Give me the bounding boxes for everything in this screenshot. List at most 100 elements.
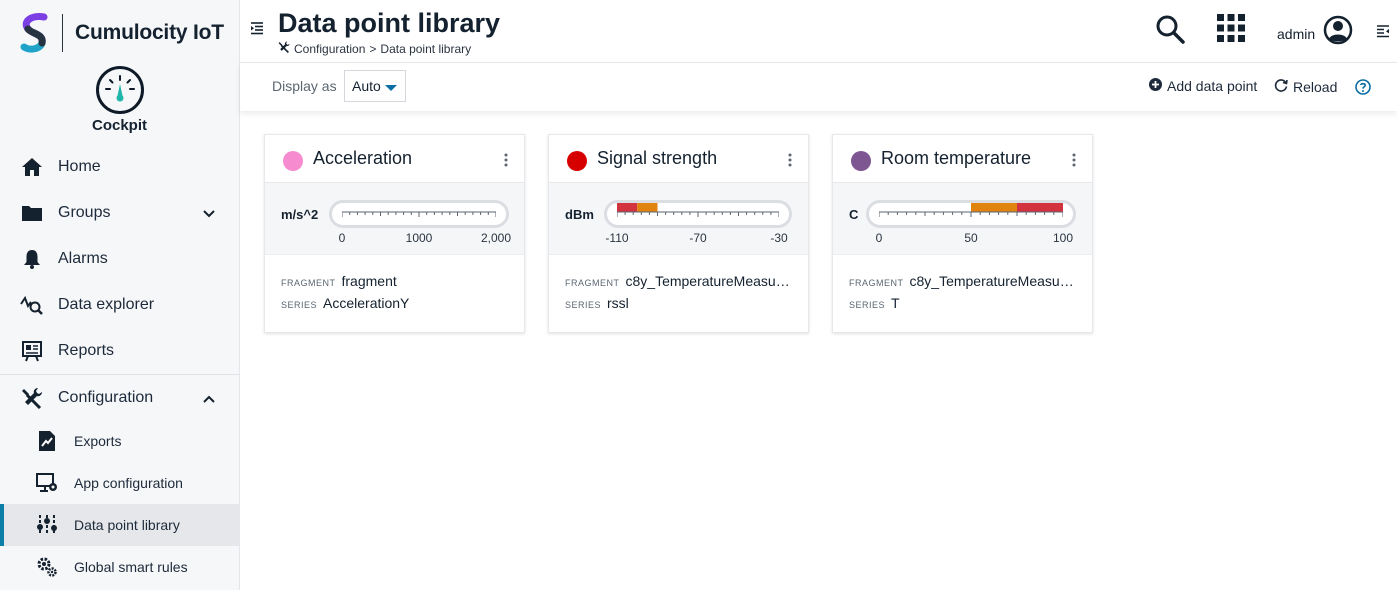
bell-icon xyxy=(20,248,44,270)
data-point-card[interactable]: Room temperature C 0 50 100 FRAGMENT c8y_T… xyxy=(832,134,1093,333)
series-row: SERIES AccelerationY xyxy=(281,295,524,317)
breadcrumb: Configuration > Data point library xyxy=(278,41,471,56)
sub-item-exports[interactable]: Exports xyxy=(0,420,239,462)
tick-label: 0 xyxy=(875,231,883,245)
fragment-value: fragment xyxy=(341,273,397,289)
kebab-menu-icon[interactable] xyxy=(788,153,792,172)
brand-separator xyxy=(62,14,63,52)
color-dot xyxy=(283,151,303,171)
data-point-card[interactable]: Acceleration m/s^2 0 1000 2,000 FRAGMENT f… xyxy=(264,134,525,333)
range-gauge: dBm -110 -70 -30 xyxy=(549,183,808,255)
kebab-menu-icon[interactable] xyxy=(1072,153,1076,172)
tick-label: 100 xyxy=(1052,231,1074,245)
sub-item-app-configuration[interactable]: App configuration xyxy=(0,462,239,504)
brand-name: Cumulocity IoT xyxy=(75,21,224,44)
series-value: rssl xyxy=(607,295,629,311)
card-header: Acceleration xyxy=(265,135,524,183)
folder-icon xyxy=(20,202,44,224)
color-dot xyxy=(567,151,587,171)
gauge-track xyxy=(342,211,496,217)
card-meta: FRAGMENT fragment SERIES AccelerationY xyxy=(265,255,524,317)
card-header: Room temperature xyxy=(833,135,1092,183)
unit-label: C xyxy=(849,207,859,222)
sub-item-data-point-library[interactable]: Data point library xyxy=(0,504,239,546)
tick-label: -30 xyxy=(770,231,788,245)
nav-item-home[interactable]: Home xyxy=(0,144,239,190)
nav-label-data-explorer: Data explorer xyxy=(58,296,155,313)
nav-menu: Home Groups Alarms Data explorer Reports… xyxy=(0,144,239,588)
nav-item-reports[interactable]: Reports xyxy=(0,328,239,374)
cockpit-gauge-icon xyxy=(95,66,144,114)
gauge-bar xyxy=(604,200,792,228)
gears-icon xyxy=(36,556,58,578)
page-title: Data point library xyxy=(278,8,501,38)
user-avatar-icon[interactable] xyxy=(1323,15,1353,50)
display-as-value: Auto xyxy=(352,78,381,94)
nav-item-alarms[interactable]: Alarms xyxy=(0,236,239,282)
collapse-sidebar-icon[interactable] xyxy=(250,21,266,40)
tick-label: 1000 xyxy=(405,231,433,245)
nav-item-configuration[interactable]: Configuration xyxy=(0,374,239,420)
data-point-card[interactable]: Signal strength dBm -110 -70 -30 FRAGMENT … xyxy=(548,134,809,333)
kebab-menu-icon[interactable] xyxy=(504,153,508,172)
card-meta: FRAGMENT c8y_TemperatureMeasurement SERI… xyxy=(549,255,808,317)
tick-label: -70 xyxy=(689,231,707,245)
fragment-row: FRAGMENT c8y_TemperatureMeasurement xyxy=(849,273,1092,295)
reload-button[interactable]: Reload xyxy=(1274,78,1337,95)
add-data-point-button[interactable]: Add data point xyxy=(1149,78,1257,94)
unit-label: m/s^2 xyxy=(281,207,319,222)
fragment-key: FRAGMENT xyxy=(281,278,336,288)
unit-label: dBm xyxy=(565,207,594,222)
fragment-row: FRAGMENT fragment xyxy=(281,273,524,295)
sub-label-app-configuration: App configuration xyxy=(74,475,183,491)
help-icon[interactable] xyxy=(1355,79,1371,100)
card-title: Room temperature xyxy=(881,148,1032,168)
sub-item-global-smart-rules[interactable]: Global smart rules xyxy=(0,546,239,588)
home-icon xyxy=(20,156,44,178)
nav-label-home: Home xyxy=(58,158,101,175)
sub-label-data-point-library: Data point library xyxy=(74,517,180,533)
app-grid-icon[interactable] xyxy=(1217,14,1245,47)
add-data-point-label: Add data point xyxy=(1167,78,1258,94)
app-label: Cockpit xyxy=(91,117,147,134)
refresh-icon xyxy=(1274,78,1288,95)
yellow-range-band xyxy=(637,203,658,212)
export-file-icon xyxy=(36,430,58,452)
search-icon[interactable] xyxy=(1155,14,1185,49)
red-range-band xyxy=(617,203,638,212)
brand[interactable]: Cumulocity IoT xyxy=(0,0,239,66)
reports-icon xyxy=(20,340,44,362)
user-name[interactable]: admin xyxy=(1277,26,1315,42)
tick-label: -110 xyxy=(605,231,629,245)
card-title: Signal strength xyxy=(597,148,718,168)
series-value: AccelerationY xyxy=(323,295,410,311)
monitor-gear-icon xyxy=(36,472,58,494)
app-switch-cockpit[interactable]: Cockpit xyxy=(0,66,239,138)
nav-item-data-explorer[interactable]: Data explorer xyxy=(0,282,239,328)
fragment-value: c8y_TemperatureMeasurement xyxy=(909,273,1078,289)
gauge-bar xyxy=(329,200,509,228)
sub-label-global-smart-rules: Global smart rules xyxy=(74,559,188,575)
series-key: SERIES xyxy=(281,300,318,310)
breadcrumb-configuration[interactable]: Configuration xyxy=(294,42,365,56)
fragment-row: FRAGMENT c8y_TemperatureMeasurement xyxy=(565,273,808,295)
sliders-icon xyxy=(36,514,58,536)
gauge-track xyxy=(617,203,779,217)
color-dot xyxy=(851,151,871,171)
chevron-down-icon xyxy=(203,205,215,223)
nav-item-groups[interactable]: Groups xyxy=(0,190,239,236)
gauge-bar xyxy=(866,200,1076,228)
sub-label-exports: Exports xyxy=(74,433,122,449)
range-gauge: m/s^2 0 1000 2,000 xyxy=(265,183,524,255)
breadcrumb-current: Data point library xyxy=(380,41,472,56)
sidebar: Cumulocity IoT Cockpit Home Groups Alarm… xyxy=(0,0,240,590)
fragment-key: FRAGMENT xyxy=(565,278,620,288)
series-row: SERIES T xyxy=(849,295,1092,317)
collapse-right-drawer-icon[interactable] xyxy=(1376,24,1390,43)
yellow-range-band xyxy=(971,203,1017,212)
range-gauge: C 0 50 100 xyxy=(833,183,1092,255)
tick-label: 50 xyxy=(964,231,978,245)
breadcrumb-separator: > xyxy=(369,41,377,56)
action-toolbar: Display as Auto Add data point Reload xyxy=(240,63,1397,111)
display-as-select[interactable]: Auto xyxy=(344,70,406,102)
